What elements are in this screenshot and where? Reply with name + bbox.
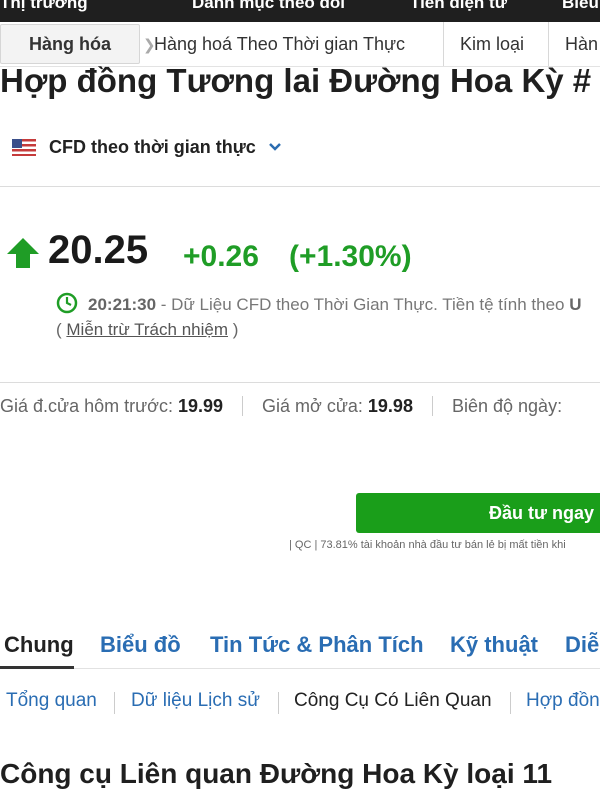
quote-stats: Giá đ.cửa hôm trước: 19.99 Giá mở cửa: 1… xyxy=(0,396,562,417)
open-label: Giá mở cửa: xyxy=(262,396,368,416)
divider xyxy=(242,396,244,416)
subtab-historical-data[interactable]: Dữ liệu Lịch sử xyxy=(131,690,260,712)
prev-close-value: 19.99 xyxy=(177,396,223,416)
tab-chart[interactable]: Biểu đồ xyxy=(100,632,181,658)
arrow-up-icon xyxy=(7,238,39,268)
price-change-percent: (+1.30%) xyxy=(289,240,412,273)
divider xyxy=(114,692,115,714)
divider xyxy=(278,692,279,714)
data-time-info: 20:21:30 - Dữ Liệu CFD theo Thời Gian Th… xyxy=(56,292,581,315)
nav-item-watchlist[interactable]: Danh mục theo dõi xyxy=(192,0,345,13)
invest-now-button[interactable]: Đầu tư ngay xyxy=(356,493,600,533)
subnav-item-more[interactable]: Hàn xyxy=(565,22,598,66)
tab-technical[interactable]: Kỹ thuật xyxy=(450,632,538,658)
cfd-label: CFD theo thời gian thực xyxy=(49,136,256,157)
paren-close: ) xyxy=(228,320,239,339)
tab-general[interactable]: Chung xyxy=(4,632,74,658)
divider xyxy=(0,186,600,187)
paren-open: ( xyxy=(56,320,67,339)
disclaimer: ( Miễn trừ Trách nhiệm ) xyxy=(56,320,238,340)
nav-item-crypto[interactable]: Tiền điện tử xyxy=(410,0,507,13)
page-title: Hợp đồng Tương lai Đường Hoa Kỳ # xyxy=(0,62,592,99)
divider xyxy=(548,22,549,66)
category-subnav: Hàng hóa ❯ Hàng hoá Theo Thời gian Thực … xyxy=(0,22,600,67)
divider xyxy=(0,668,600,669)
us-flag-icon xyxy=(12,138,36,156)
ad-risk-notice: | QC | 73.81% tài khoản nhà đầu tư bán l… xyxy=(289,539,566,551)
divider xyxy=(431,396,433,416)
cfd-selector[interactable]: CFD theo thời gian thực xyxy=(12,132,282,162)
prev-close-label: Giá đ.cửa hôm trước: xyxy=(0,396,178,416)
last-price: 20.25 xyxy=(48,228,149,272)
price-change: +0.26 xyxy=(183,240,259,273)
chevron-down-icon xyxy=(268,143,281,151)
subnav-item-realtime-commodities[interactable]: Hàng hoá Theo Thời gian Thực xyxy=(154,22,405,66)
nav-item-charts[interactable]: Biểu xyxy=(562,0,599,13)
data-source-text: - Dữ Liệu CFD theo Thời Gian Thực. Tiền … xyxy=(156,295,570,314)
subtab-related-instruments[interactable]: Công Cụ Có Liên Quan xyxy=(294,690,492,712)
currency-text: U xyxy=(569,295,582,314)
divider xyxy=(510,692,511,714)
subtab-overview[interactable]: Tổng quan xyxy=(6,690,97,712)
divider xyxy=(443,22,444,66)
nav-item-markets[interactable]: Thị trường xyxy=(0,0,88,13)
disclaimer-link[interactable]: Miễn trừ Trách nhiệm xyxy=(66,320,228,339)
top-navigation-bar: Thị trường Danh mục theo dõi Tiền điện t… xyxy=(0,0,600,22)
tab-news-analysis[interactable]: Tin Tức & Phân Tích xyxy=(210,632,424,658)
active-tab-indicator xyxy=(0,666,74,669)
timestamp: 20:21:30 xyxy=(88,295,157,314)
clock-icon xyxy=(56,292,78,314)
subnav-item-commodities[interactable]: Hàng hóa xyxy=(0,24,140,64)
tab-forum[interactable]: Diễ xyxy=(565,632,599,658)
divider xyxy=(0,382,600,383)
day-range-label: Biên độ ngày: xyxy=(451,396,563,416)
section-title: Công cụ Liên quan Đường Hoa Kỳ loại 11 xyxy=(0,758,553,789)
subtab-contracts[interactable]: Hợp đồn xyxy=(526,690,600,712)
subnav-item-metals[interactable]: Kim loại xyxy=(460,22,524,66)
open-value: 19.98 xyxy=(367,396,413,416)
